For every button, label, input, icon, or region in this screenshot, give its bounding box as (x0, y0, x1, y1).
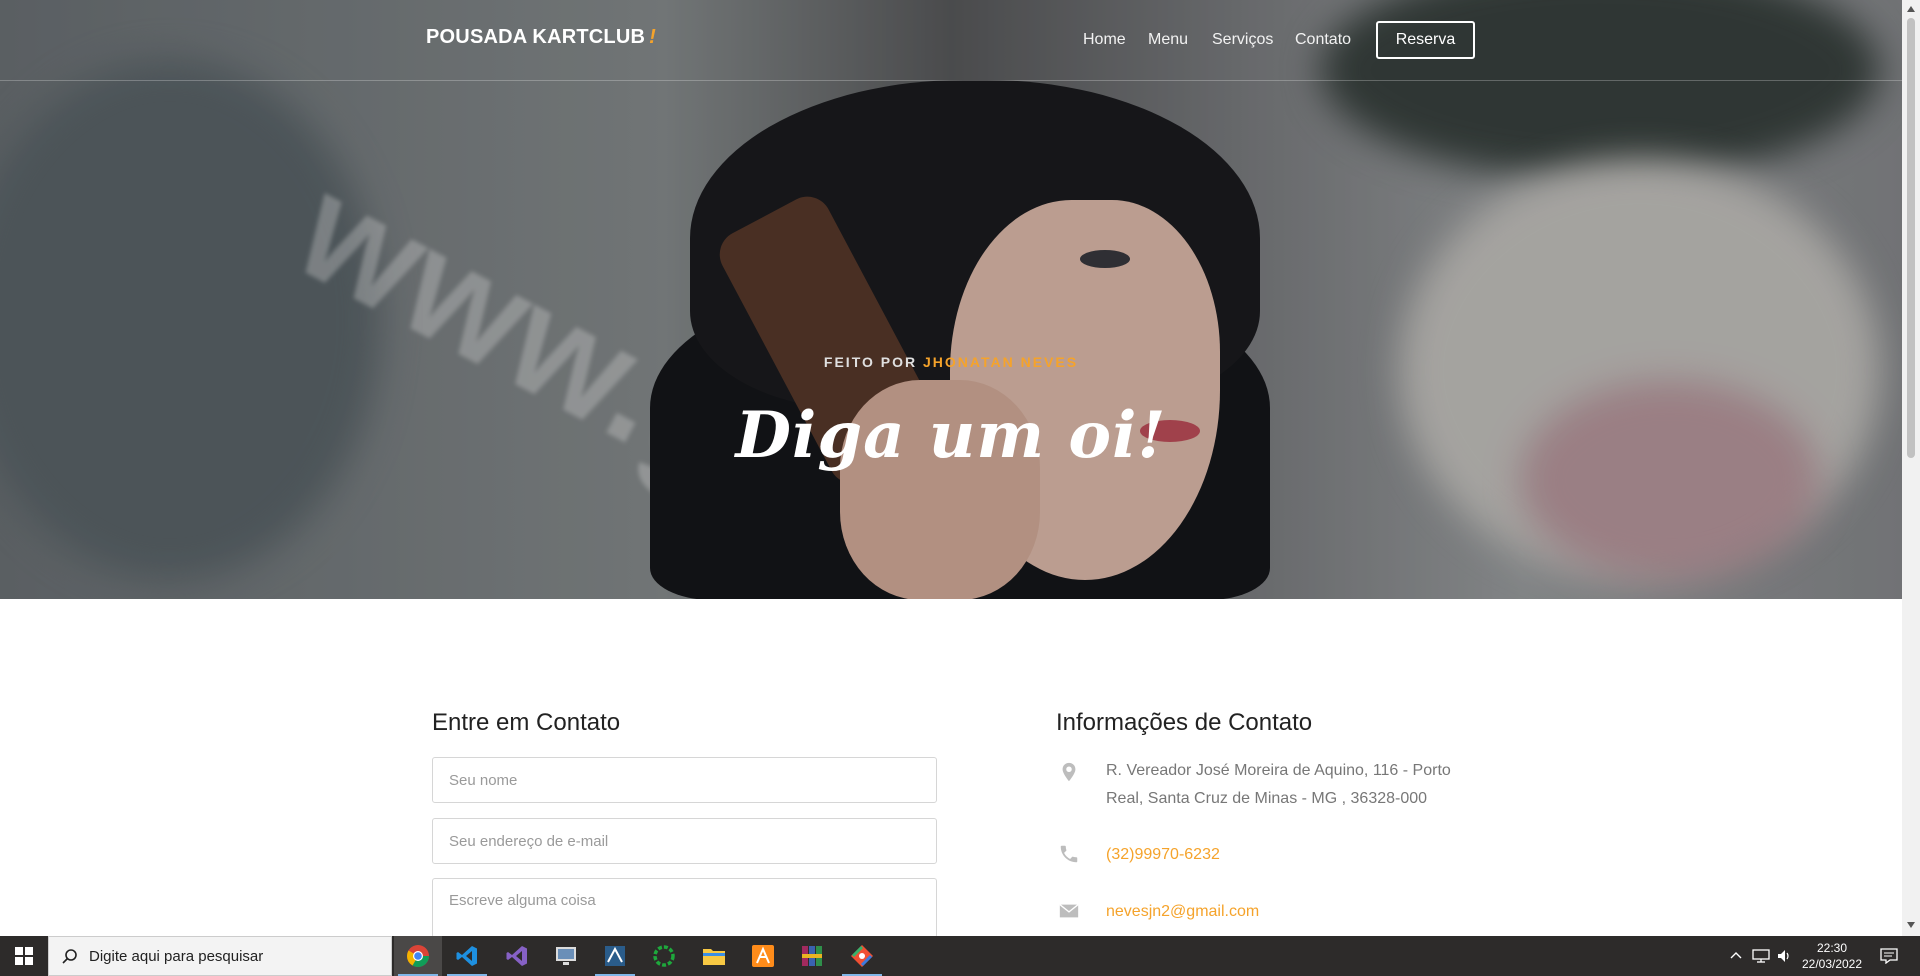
brand-name: POUSADA KARTCLUB (426, 26, 646, 48)
taskbar-search-placeholder: Digite aqui para pesquisar (89, 948, 264, 965)
hero-caption-prefix: FEITO POR (823, 354, 918, 370)
scroll-thumb[interactable] (1907, 18, 1915, 458)
envelope-icon (1059, 904, 1079, 918)
network-icon[interactable] (1752, 948, 1770, 964)
git-icon-graphic (851, 945, 873, 967)
visual-studio-icon[interactable] (493, 936, 541, 976)
remote-desktop-icon-graphic (556, 947, 576, 965)
system-clock[interactable]: 22:30 22/03/2022 (1796, 940, 1868, 972)
message-textarea[interactable]: Escreve alguma coisa (432, 878, 937, 938)
progress-ring-icon-graphic (653, 945, 675, 967)
hero-title: Diga um oi! (735, 398, 1167, 473)
search-icon (62, 949, 77, 964)
tray-chevron-up-icon[interactable] (1730, 950, 1742, 960)
hero-caption: FEITO POR JHONATAN NEVES (0, 354, 1902, 370)
phone-link[interactable]: (32)99970-6232 (1106, 846, 1220, 864)
clock-time: 22:30 (1816, 941, 1848, 955)
file-explorer-icon-graphic (703, 949, 725, 965)
brand-logo[interactable]: POUSADA KARTCLUB! (426, 26, 656, 49)
hero-caption-author: JHONATAN NEVES (923, 354, 1079, 370)
nav-servicos[interactable]: Serviços (1212, 31, 1273, 49)
git-icon[interactable] (838, 936, 886, 976)
scroll-down-arrow-icon[interactable] (1907, 922, 1915, 928)
address-line-1: R. Vereador José Moreira de Aquino, 116 … (1106, 762, 1451, 779)
reserva-button[interactable]: Reserva (1376, 21, 1475, 59)
address-line-2: Real, Santa Cruz de Minas - MG , 36328-0… (1106, 790, 1428, 807)
windows-taskbar: Digite aqui para pesquisar 22:30 22/03/2… (0, 936, 1920, 976)
volume-icon[interactable] (1776, 948, 1792, 964)
vscode-icon-graphic (456, 946, 477, 966)
hero-overlay (0, 0, 1902, 599)
brand-mark: ! (649, 26, 656, 48)
chrome-icon[interactable] (394, 936, 442, 976)
email-input[interactable]: Seu endereço de e-mail (432, 818, 937, 864)
nav-contato[interactable]: Contato (1295, 31, 1351, 49)
hero-section: www.gres POUSADA KARTCLUB! Home Menu Ser… (0, 0, 1902, 599)
nav-home[interactable]: Home (1083, 31, 1126, 49)
sql-tool-icon-graphic (605, 946, 625, 966)
progress-ring-icon[interactable] (640, 936, 688, 976)
page-scrollbar[interactable] (1902, 0, 1920, 936)
map-pin-icon (1062, 762, 1076, 782)
sublime-icon-graphic (752, 945, 774, 967)
start-button[interactable] (0, 936, 48, 976)
clock-date: 22/03/2022 (1801, 957, 1863, 971)
remote-desktop-icon[interactable] (542, 936, 590, 976)
file-explorer-icon[interactable] (690, 936, 738, 976)
windows-logo-icon (15, 947, 33, 965)
name-input[interactable]: Seu nome (432, 757, 937, 803)
visual-studio-icon-graphic (506, 946, 527, 966)
sublime-icon[interactable] (739, 936, 787, 976)
chrome-icon-graphic (407, 945, 429, 967)
phone-icon (1060, 845, 1078, 863)
navbar: POUSADA KARTCLUB! Home Menu Serviços Con… (0, 0, 1902, 81)
contact-info-title: Informações de Contato (1056, 709, 1313, 736)
winrar-icon-graphic (802, 946, 822, 966)
email-link[interactable]: nevesjn2@gmail.com (1106, 903, 1259, 921)
nav-menu[interactable]: Menu (1148, 31, 1188, 49)
taskbar-search-box[interactable]: Digite aqui para pesquisar (48, 936, 392, 976)
contact-form-title: Entre em Contato (432, 709, 621, 736)
vscode-icon[interactable] (443, 936, 491, 976)
winrar-icon[interactable] (788, 936, 836, 976)
scroll-up-arrow-icon[interactable] (1907, 6, 1915, 12)
notifications-icon[interactable] (1880, 948, 1898, 964)
sql-tool-icon[interactable] (591, 936, 639, 976)
